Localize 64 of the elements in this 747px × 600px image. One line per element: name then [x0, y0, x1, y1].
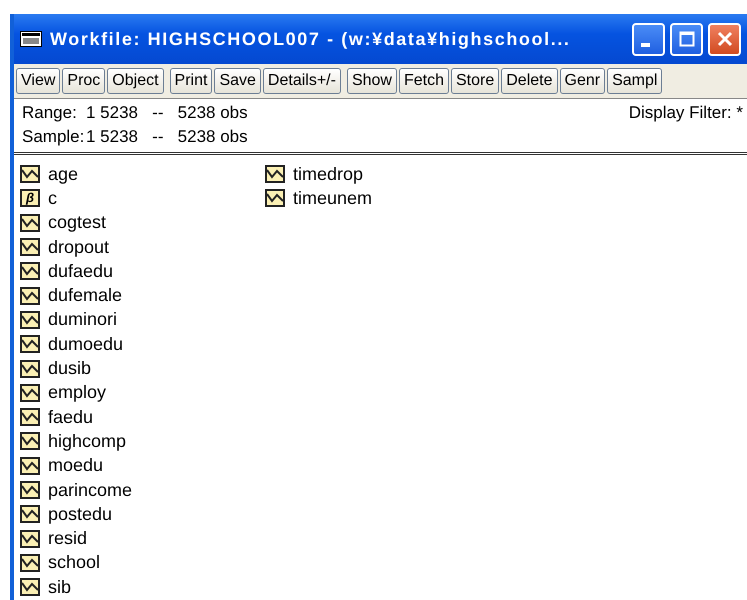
- minimize-icon: [641, 43, 650, 47]
- maximize-icon: [678, 31, 694, 47]
- series-icon: [20, 432, 40, 450]
- toolbar-button[interactable]: Save: [214, 68, 261, 94]
- series-icon: [265, 189, 285, 208]
- series-icon: [20, 286, 40, 305]
- object-name[interactable]: dumoedu: [48, 334, 124, 355]
- object-name[interactable]: c: [48, 188, 57, 209]
- series-icon: [20, 214, 40, 232]
- series-icon: [20, 165, 40, 184]
- series-icon: [20, 554, 40, 572]
- series-icon: [20, 456, 40, 475]
- close-icon: [716, 31, 732, 47]
- series-icon: [20, 481, 40, 499]
- object-name[interactable]: dufaedu: [48, 260, 114, 282]
- display-filter-label: Display Filter: *: [628, 102, 743, 124]
- object-name[interactable]: highcomp: [48, 430, 126, 452]
- object-name[interactable]: faedu: [48, 406, 94, 428]
- series-icon: [20, 262, 40, 280]
- series-icon: [20, 384, 40, 402]
- toolbar-button[interactable]: Fetch: [398, 68, 449, 94]
- window-icon: [20, 31, 42, 47]
- toolbar-button[interactable]: Show: [346, 68, 397, 94]
- object-name[interactable]: resid: [48, 528, 88, 550]
- series-icon: [20, 505, 40, 524]
- object-name[interactable]: dusib: [48, 358, 92, 380]
- object-name[interactable]: dropout: [48, 236, 110, 258]
- window-title: Workfile: HIGHSCHOOL007 - (w:¥data¥highschool...: [50, 28, 572, 50]
- series-icon: [20, 530, 40, 548]
- toolbar-button[interactable]: Details+/-: [262, 68, 341, 94]
- object-name[interactable]: age: [48, 164, 78, 185]
- series-icon: [20, 360, 40, 378]
- minimize-button[interactable]: [632, 22, 665, 56]
- toolbar-button[interactable]: Object: [107, 68, 164, 94]
- toolbar-button[interactable]: Sampl: [607, 68, 662, 94]
- range-value: 1 5238 -- 5238 obs: [86, 102, 248, 124]
- toolbar-button[interactable]: Delete: [501, 68, 558, 94]
- object-name[interactable]: postedu: [48, 504, 112, 525]
- object-name[interactable]: sib: [48, 576, 72, 598]
- series-icon: [20, 238, 40, 256]
- object-name[interactable]: timedrop: [293, 164, 364, 185]
- toolbar-button[interactable]: View: [16, 68, 60, 94]
- toolbar-button[interactable]: Genr: [560, 68, 606, 94]
- series-icon: [20, 578, 40, 596]
- series-icon: [20, 335, 40, 354]
- sample-value: 1 5238 -- 5238 obs: [86, 126, 248, 148]
- series-icon: [20, 310, 40, 329]
- series-icon: [20, 408, 40, 426]
- object-name[interactable]: duminori: [48, 309, 118, 330]
- toolbar-button[interactable]: Proc: [62, 68, 106, 94]
- object-name[interactable]: employ: [48, 382, 106, 404]
- range-label: Range:: [22, 102, 78, 124]
- object-name[interactable]: dufemale: [48, 285, 122, 306]
- close-button[interactable]: [708, 22, 741, 56]
- object-name[interactable]: timeunem: [293, 188, 372, 209]
- toolbar-button[interactable]: Print: [170, 68, 212, 94]
- object-name[interactable]: moedu: [48, 455, 104, 476]
- object-name[interactable]: cogtest: [48, 212, 106, 234]
- object-name[interactable]: school: [48, 552, 100, 574]
- series-icon: [265, 165, 285, 184]
- coefficient-icon: β: [20, 189, 40, 208]
- maximize-button[interactable]: [670, 22, 703, 56]
- toolbar-button[interactable]: Store: [451, 68, 500, 94]
- object-name[interactable]: parincome: [48, 480, 132, 500]
